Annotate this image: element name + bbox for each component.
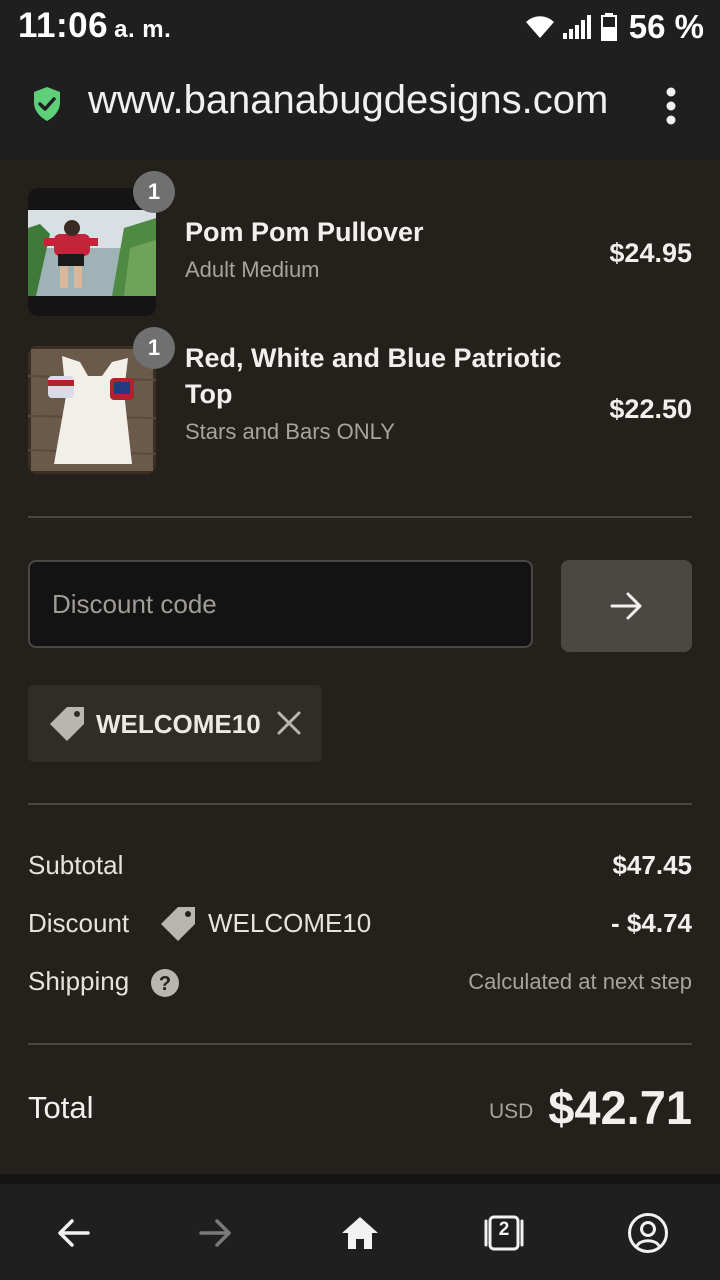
battery-percent: 56 % <box>628 8 704 45</box>
product-image <box>28 346 156 474</box>
product-price: $22.50 <box>609 394 692 424</box>
overflow-menu-icon[interactable] <box>656 86 686 126</box>
status-bar: 11:06 a. m. 56 % <box>0 0 720 56</box>
tabs-button[interactable]: 2 <box>479 1208 529 1258</box>
back-button[interactable] <box>48 1208 98 1258</box>
applied-discount-chip: WELCOME10 <box>28 685 322 762</box>
coupon-code-text: WELCOME10 <box>96 709 261 739</box>
discount-code-label: WELCOME10 <box>208 908 372 938</box>
subtotal-label: Subtotal <box>28 850 124 880</box>
product-variant: Stars and Bars ONLY <box>185 419 395 444</box>
clock-ampm: a. m. <box>114 16 172 43</box>
url-field[interactable]: www.bananabugdesigns.com <box>88 78 648 123</box>
quantity-badge: 1 <box>133 327 175 369</box>
arrow-right-icon <box>199 1219 231 1247</box>
battery-icon <box>600 13 617 41</box>
shipping-label: Shipping <box>28 966 130 996</box>
product-name: Red, White and Blue Patriotic Top <box>185 343 562 409</box>
tab-count: 2 <box>498 1219 510 1240</box>
account-button[interactable] <box>623 1208 673 1258</box>
arrow-right-icon <box>610 592 641 620</box>
browser-bottom-toolbar: 2 <box>0 1184 720 1280</box>
product-image <box>28 188 156 316</box>
status-time: 11:06 a. m. <box>18 6 171 46</box>
clock: 11:06 <box>18 6 109 45</box>
cart-item: 1 Pom Pom Pullover Adult Medium $24.95 <box>28 171 692 318</box>
svg-text:?: ? <box>159 973 171 995</box>
total-value: $42.71 <box>548 1081 692 1134</box>
discount-code-input[interactable] <box>28 560 533 648</box>
cart-item: 1 Red, White and Blue Patriotic Top Star… <box>28 327 692 476</box>
product-price: $24.95 <box>609 238 692 268</box>
tag-icon <box>161 907 195 941</box>
arrow-left-icon <box>58 1219 90 1247</box>
total-label: Total <box>28 1090 94 1125</box>
product-variant: Adult Medium <box>185 257 320 282</box>
divider <box>28 516 692 518</box>
total-currency: USD <box>489 1100 534 1123</box>
discount-label: Discount <box>28 908 130 938</box>
secure-shield-icon[interactable] <box>32 86 62 122</box>
signal-icon <box>562 15 591 39</box>
status-icons: 56 % <box>525 8 704 46</box>
help-icon[interactable]: ? <box>150 968 180 998</box>
wifi-icon <box>525 16 554 38</box>
browser-address-bar: www.bananabugdesigns.com <box>0 56 720 160</box>
subtotal-value: $47.45 <box>612 850 692 880</box>
apply-discount-button[interactable] <box>561 560 692 652</box>
forward-button[interactable] <box>191 1208 241 1258</box>
divider <box>28 803 692 805</box>
bottom-separator <box>0 1174 720 1184</box>
home-button[interactable] <box>335 1208 385 1258</box>
shipping-value: Calculated at next step <box>468 969 692 994</box>
quantity-badge: 1 <box>133 171 175 213</box>
product-name: Pom Pom Pullover <box>185 217 424 247</box>
tag-icon <box>50 707 84 741</box>
close-icon[interactable] <box>276 710 302 736</box>
account-icon <box>628 1213 668 1253</box>
divider <box>28 1043 692 1045</box>
checkout-order-summary: 1 Pom Pom Pullover Adult Medium $24.95 1… <box>0 160 720 1178</box>
discount-value: - $4.74 <box>611 908 692 938</box>
home-icon <box>342 1217 378 1249</box>
